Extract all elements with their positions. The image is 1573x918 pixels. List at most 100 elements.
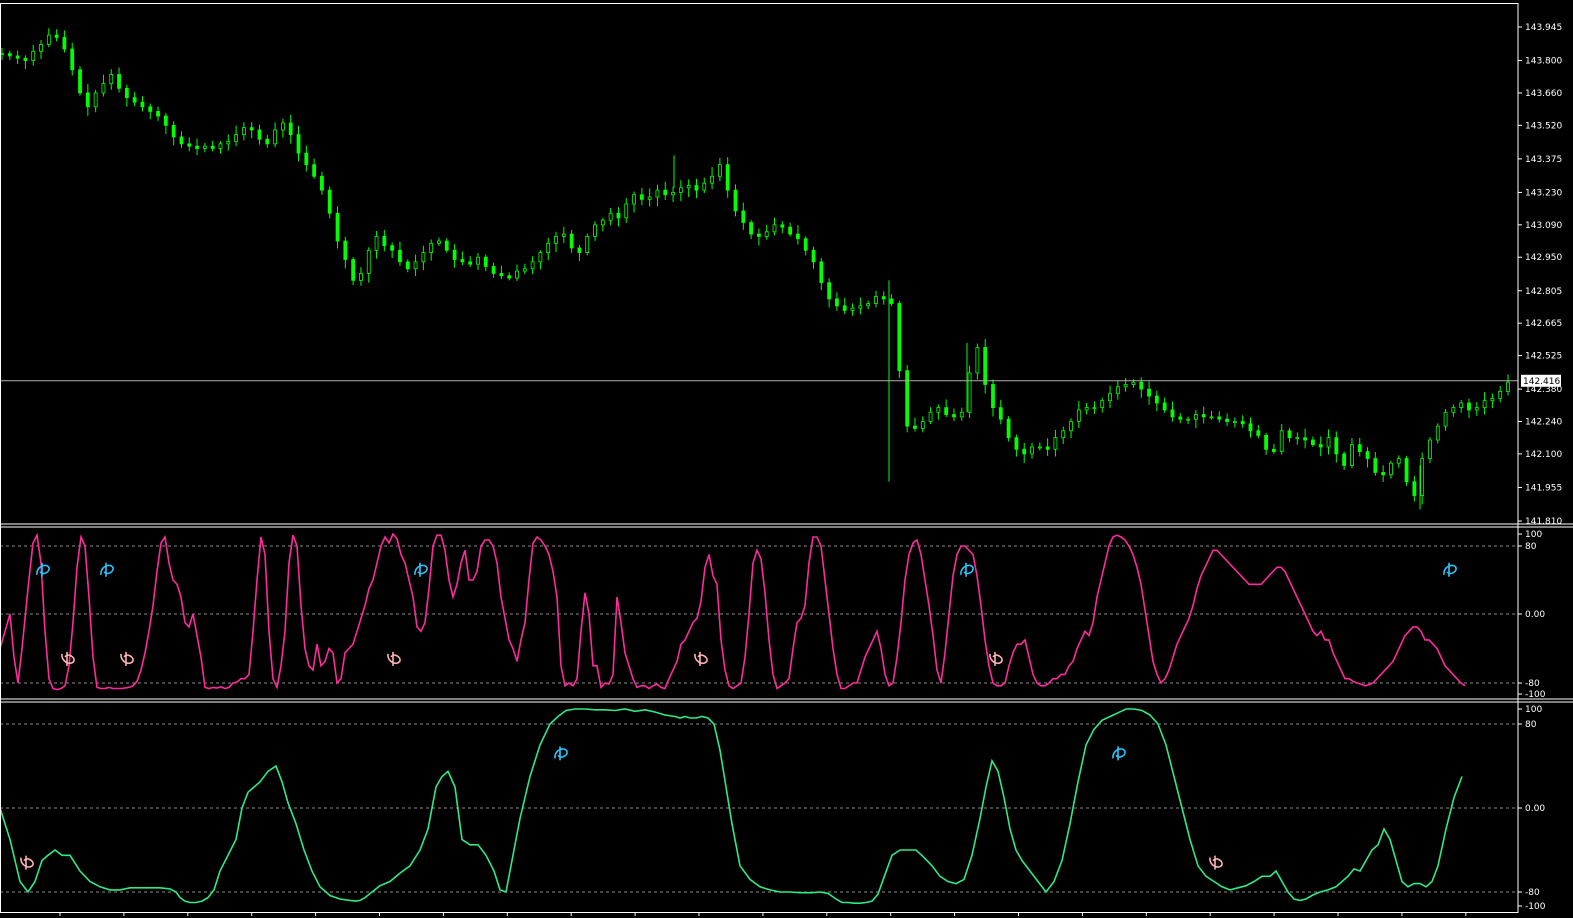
candle-body	[1311, 439, 1315, 446]
candle-body	[1396, 458, 1401, 464]
candle-body	[163, 115, 168, 126]
candle-body	[132, 97, 137, 103]
candle-body	[530, 261, 535, 270]
candle-body	[296, 134, 301, 154]
candle-body	[85, 92, 90, 108]
price-axis-label: 143.800	[1525, 57, 1562, 67]
candle-body	[1170, 409, 1175, 418]
price-axis-label: 143.375	[1525, 155, 1562, 165]
candle-body	[171, 124, 176, 138]
candle-body	[1467, 402, 1471, 411]
candle-body	[1428, 439, 1432, 459]
candle-body	[413, 261, 418, 270]
candle-body	[140, 101, 145, 108]
candle-body	[1389, 462, 1393, 476]
candle-body	[202, 145, 207, 149]
candle-body	[546, 242, 551, 253]
candle-body	[772, 224, 777, 233]
candle-body	[1225, 418, 1229, 422]
candle-body	[281, 122, 285, 131]
candle-body	[624, 203, 629, 219]
candle-body	[54, 34, 59, 38]
candle-body	[1404, 458, 1409, 483]
candle-body	[874, 296, 878, 304]
candle-body	[1451, 407, 1456, 413]
candle-body	[593, 224, 597, 237]
candle-body	[671, 192, 675, 196]
candle-body	[647, 196, 652, 200]
candle-body	[31, 50, 36, 61]
candle-body	[1443, 411, 1448, 427]
candle-body	[429, 242, 434, 253]
candle-body	[1420, 458, 1425, 496]
candle-body	[1490, 397, 1495, 402]
candle-body	[70, 48, 75, 71]
candle-body	[444, 240, 449, 251]
osc-axis-label: 0.00	[1525, 610, 1545, 620]
candle-body	[1069, 421, 1073, 432]
candle-body	[1365, 451, 1370, 459]
candle-body	[1162, 402, 1167, 411]
candle-body	[1248, 423, 1253, 432]
candle-body	[1279, 430, 1284, 452]
candle-body	[663, 189, 668, 196]
candle-body	[382, 236, 387, 247]
candle-body	[1474, 407, 1479, 411]
candle-body	[1037, 446, 1042, 449]
candle-body	[1014, 437, 1019, 450]
candle-body	[764, 231, 769, 237]
candle-body	[655, 189, 660, 198]
candle-body	[78, 69, 82, 94]
candle-body	[835, 298, 839, 307]
candle-body	[226, 141, 231, 145]
candle-body	[304, 152, 309, 166]
candle-body	[218, 143, 223, 149]
candle-body	[476, 256, 480, 265]
candle-body	[265, 138, 270, 145]
candle-body	[273, 129, 278, 145]
candle-body	[437, 240, 441, 244]
candle-body	[725, 164, 730, 191]
candle-body	[1350, 444, 1354, 466]
candle-body	[1264, 434, 1269, 450]
candle-body	[1147, 388, 1151, 397]
candle-body	[1154, 395, 1159, 404]
candle-body	[842, 305, 847, 311]
candle-body	[710, 175, 714, 184]
price-axis-label: 142.240	[1525, 418, 1562, 428]
candle-body	[499, 273, 504, 277]
candle-body	[288, 122, 293, 135]
candle-body	[866, 303, 871, 307]
candle-body	[109, 74, 114, 85]
candle-body	[881, 296, 886, 300]
candle-body	[905, 370, 910, 427]
candle-body	[93, 92, 98, 108]
candle-body	[1232, 421, 1237, 423]
chart-canvas: 143.945 143.800 143.660 143.520 143.375 143.2…	[0, 0, 1573, 918]
price-axis-label: 142.805	[1525, 287, 1562, 297]
candle-body	[1217, 416, 1222, 420]
price-axis-label: 141.955	[1525, 483, 1562, 493]
candle-body	[803, 238, 808, 251]
candle-body	[62, 37, 67, 50]
candle-body	[195, 145, 199, 149]
candle-body	[1108, 393, 1112, 402]
candle-body	[1357, 444, 1362, 452]
candle-body	[632, 194, 636, 205]
candle-body	[686, 185, 691, 189]
candle-body	[507, 275, 512, 279]
candle-body	[702, 182, 707, 191]
candle-body	[179, 136, 184, 145]
osc-axis-label: 80	[1525, 542, 1537, 552]
candle-body	[327, 189, 332, 214]
osc-axis-label: 100	[1525, 530, 1542, 540]
candle-body	[359, 273, 363, 281]
candle-body	[1076, 409, 1081, 422]
candle-body	[257, 129, 262, 140]
candle-body	[608, 212, 613, 221]
candle-body	[1131, 381, 1136, 385]
candle-body	[312, 164, 317, 177]
candle-body	[1303, 437, 1308, 441]
candle-body	[491, 266, 496, 274]
candle-body	[991, 384, 995, 409]
